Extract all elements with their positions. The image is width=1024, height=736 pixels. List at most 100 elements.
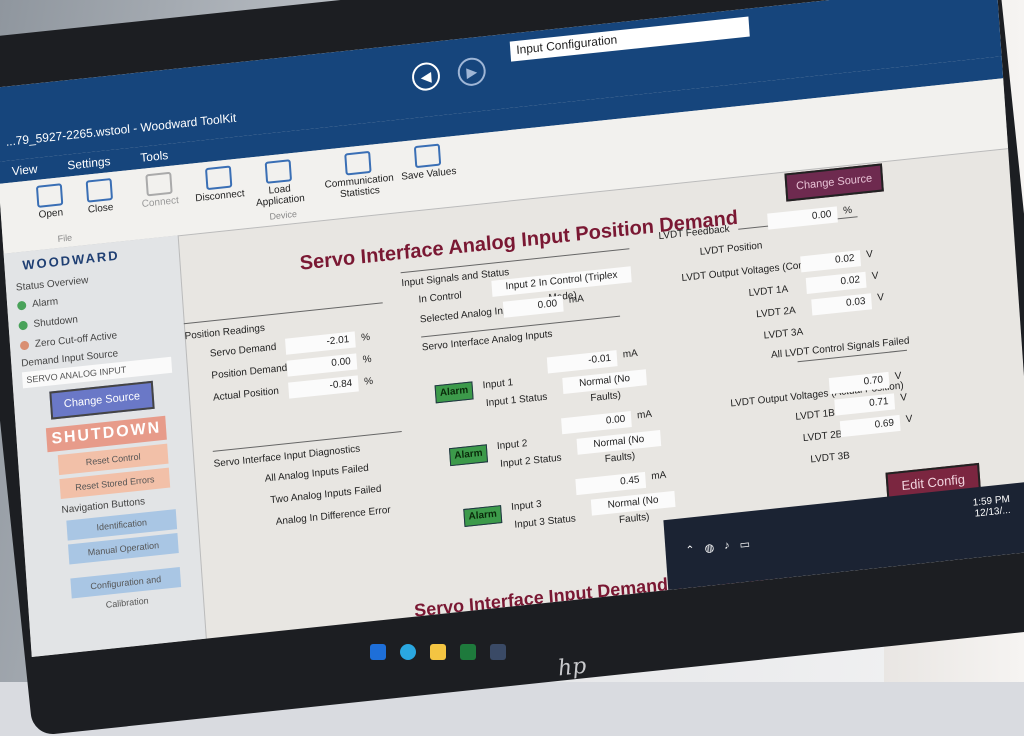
save-values-label: Save Values [400,165,457,183]
diag-two-failed: Two Analog Inputs Failed [269,483,382,507]
file-explorer-icon[interactable] [430,644,446,660]
input-1-unit: mA [622,347,639,361]
servo-demand-label: Servo Demand [209,341,277,360]
nav-arrows: ◀ ▶ [411,56,487,93]
input-2-status-label: Input 2 Status [499,452,562,470]
lvdt-3a-unit: V [876,291,885,304]
actual-position-value: -0.84 [288,375,359,399]
diag-all-failed: All Analog Inputs Failed [264,462,370,485]
network-icon[interactable]: ◍ [704,541,714,555]
zero-cutoff-indicator-icon [19,340,30,351]
actual-position-unit: % [363,375,374,388]
position-demand-value: 0.00 [286,353,358,377]
save-values-button[interactable]: Save Values [397,142,459,183]
load-application-button[interactable]: Load Application [248,157,311,209]
position-demand-unit: % [362,353,372,366]
laptop-screen: ? – ⧉ ✕ ◀ ▶ Input Configuration ...79_59… [0,0,1024,657]
connect-label: Connect [141,195,180,210]
lvdt-3a-label: LVDT 3A [763,326,804,342]
open-icon [35,183,64,208]
alarm-badge-input-2: Alarm [448,444,489,467]
lvdt-3b-value: 0.69 [839,414,901,438]
lvdt-2a-value: 0.02 [805,271,867,294]
input-2-status: Normal (No Faults) [576,430,662,465]
lvdt-1a-value: 0.02 [800,250,862,273]
edge-icon[interactable] [400,644,416,660]
input-1-label: Input 1 [482,377,514,392]
alarm-status-label: Alarm [31,296,59,310]
lvdt-2a-unit: V [871,270,879,283]
configuration-calibration-button[interactable]: Configuration and Calibration [70,566,182,610]
laptop: ? – ⧉ ✕ ◀ ▶ Input Configuration ...79_59… [0,0,1024,736]
communication-statistics-button[interactable]: Communication Statistics [317,148,400,202]
battery-icon[interactable]: ▭ [739,537,750,551]
hp-logo: hp [556,653,588,682]
connect-icon [145,171,173,197]
zero-cutoff-label: Zero Cut-off Active [34,330,118,350]
shutdown-status-label: Shutdown [33,314,79,330]
forward-arrow-icon[interactable]: ▶ [456,56,487,88]
lvdt-2b-label: LVDT 2B [802,429,843,445]
close-file-icon [85,178,114,203]
analog-inputs-label: Servo Interface Analog Inputs [421,328,553,354]
in-control-value: Input 2 In Control (Triplex Mode) [491,266,632,304]
input-3-label: Input 3 [510,498,543,514]
selected-input-unit: mA [568,293,585,306]
change-source-button-sidebar[interactable]: Change Source [49,380,155,420]
save-icon [413,143,442,169]
menu-tools[interactable]: Tools [140,144,169,169]
alarm-badge-input-1: Alarm [434,381,474,404]
input-3-value: 0.45 [575,471,647,496]
lvdt-3b-unit: V [905,413,913,426]
close-button[interactable]: Close [69,176,131,217]
input-2-label: Input 2 [496,437,528,453]
open-label: Open [38,207,64,221]
close-label: Close [87,201,114,216]
excel-icon[interactable] [460,644,476,660]
stats-icon [344,150,372,176]
alarm-status: Alarm [16,296,59,311]
disconnect-label: Disconnect [194,188,245,205]
servo-demand-unit: % [360,331,371,344]
input-2-unit: mA [636,408,653,422]
lvdt-1a-unit: V [865,248,874,261]
taskbar-apps [370,644,506,660]
back-arrow-icon[interactable]: ◀ [411,61,441,93]
position-demand-label: Position Demand [211,362,288,382]
page-title: Servo Interface Analog Input Position De… [299,206,739,275]
lvdt-position-unit: % [842,204,853,217]
change-source-button[interactable]: Change Source [784,163,884,202]
lvdt-3b-label: LVDT 3B [810,450,851,466]
divider [183,302,383,325]
servo-demand-value: -2.01 [285,331,356,355]
lvdt-position-value: 0.00 [767,206,838,230]
lvdt-position-label: LVDT Position [699,240,763,258]
chevron-up-icon[interactable]: ⌃ [685,543,695,557]
lvdt-1a-label: LVDT 1A [748,283,789,300]
alarm-indicator-icon [16,300,27,311]
input-3-status: Normal (No Faults) [590,490,676,526]
input-1-value: -0.01 [546,350,618,374]
selected-input-value: 0.00 [502,295,564,318]
connect-button[interactable]: Connect [128,170,190,211]
disconnect-button[interactable]: Disconnect [188,164,250,205]
load-icon [264,159,293,184]
volume-icon[interactable]: ♪ [724,539,730,553]
ribbon-group-file: File [57,232,73,244]
lvdt-1b-label: LVDT 1B [795,407,836,423]
shutdown-indicator-icon [18,320,28,331]
in-control-label: In Control [418,290,463,306]
lvdt-2a-label: LVDT 2A [755,305,797,321]
input-2-value: 0.00 [561,411,632,435]
diag-difference-error: Analog In Difference Error [275,504,392,528]
zero-cutoff-status: Zero Cut-off Active [19,330,118,351]
input-3-status-label: Input 3 Status [514,513,577,531]
taskbar-clock[interactable]: 1:59 PM 12/13/... [972,494,1011,520]
windows-icon[interactable] [370,644,386,660]
woodward-logo: WOODWARD [21,247,121,273]
menu-view[interactable]: View [11,158,38,183]
input-3-unit: mA [650,469,667,483]
toolkit-icon[interactable] [490,644,506,660]
actual-position-label: Actual Position [212,385,280,404]
lvdt-3a-value: 0.03 [811,293,873,316]
